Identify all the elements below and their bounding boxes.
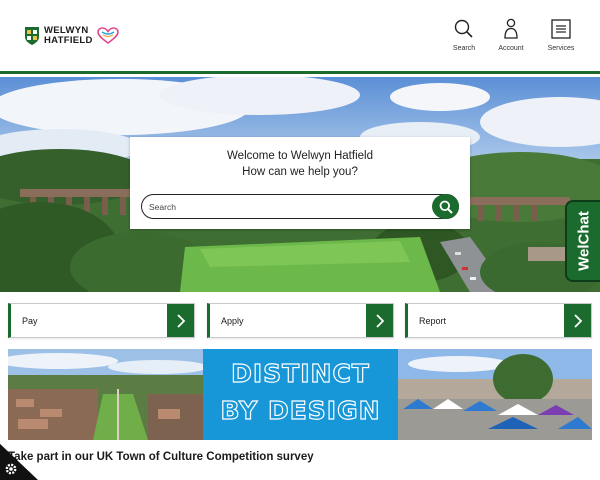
- distinct-by-design-banner[interactable]: DISTINCT BY DESIGN: [8, 349, 592, 440]
- survey-link[interactable]: Take part in our UK Town of Culture Comp…: [8, 451, 314, 463]
- tile-apply-arrow: [366, 304, 393, 337]
- tile-apply[interactable]: Apply: [207, 303, 394, 338]
- banner-line-2: BY DESIGN: [220, 395, 381, 425]
- welcome-subheading: How can we help you?: [242, 166, 358, 178]
- tile-pay-label: Pay: [22, 316, 38, 326]
- search-submit-button[interactable]: [432, 194, 459, 219]
- nav-search-label: Search: [452, 45, 476, 52]
- tile-apply-label: Apply: [221, 316, 244, 326]
- user-icon: [504, 18, 518, 39]
- gear-icon: [5, 463, 17, 475]
- welcome-heading: Welcome to Welwyn Hatfield: [227, 150, 373, 162]
- banner-title-panel: DISTINCT BY DESIGN: [203, 349, 398, 440]
- search-icon: [439, 200, 453, 214]
- chevron-right-icon: [573, 313, 582, 328]
- menu-icon: [551, 19, 571, 39]
- heart-logo-icon: [96, 27, 119, 44]
- welchat-button[interactable]: WelChat: [565, 200, 600, 282]
- tile-report-arrow: [564, 304, 591, 337]
- tile-pay[interactable]: Pay: [8, 303, 195, 338]
- market-stalls-graphic: [398, 349, 592, 440]
- nav-account-label: Account: [498, 45, 524, 52]
- site-header: WELWYN HATFIELD Search Account Services: [0, 0, 600, 74]
- search-bar: [141, 194, 459, 219]
- site-logo[interactable]: WELWYN HATFIELD: [24, 26, 119, 46]
- tile-report[interactable]: Report: [405, 303, 592, 338]
- nav-services-label: Services: [547, 45, 575, 52]
- search-input[interactable]: [149, 201, 419, 213]
- nav-services[interactable]: Services: [531, 16, 591, 52]
- welcome-panel: Welcome to Welwyn Hatfield How can we he…: [130, 137, 470, 229]
- banner-line-1: DISTINCT: [231, 358, 370, 388]
- town-aerial-graphic: [8, 349, 203, 440]
- chevron-right-icon: [375, 313, 384, 328]
- shield-icon: [25, 27, 39, 45]
- tile-report-label: Report: [419, 316, 447, 326]
- logo-text: WELWYN HATFIELD: [44, 26, 93, 46]
- chevron-right-icon: [176, 313, 185, 328]
- search-icon: [454, 19, 473, 38]
- logo-line-2: HATFIELD: [44, 35, 93, 46]
- tile-pay-arrow: [167, 304, 194, 337]
- welchat-label: WelChat: [575, 211, 592, 271]
